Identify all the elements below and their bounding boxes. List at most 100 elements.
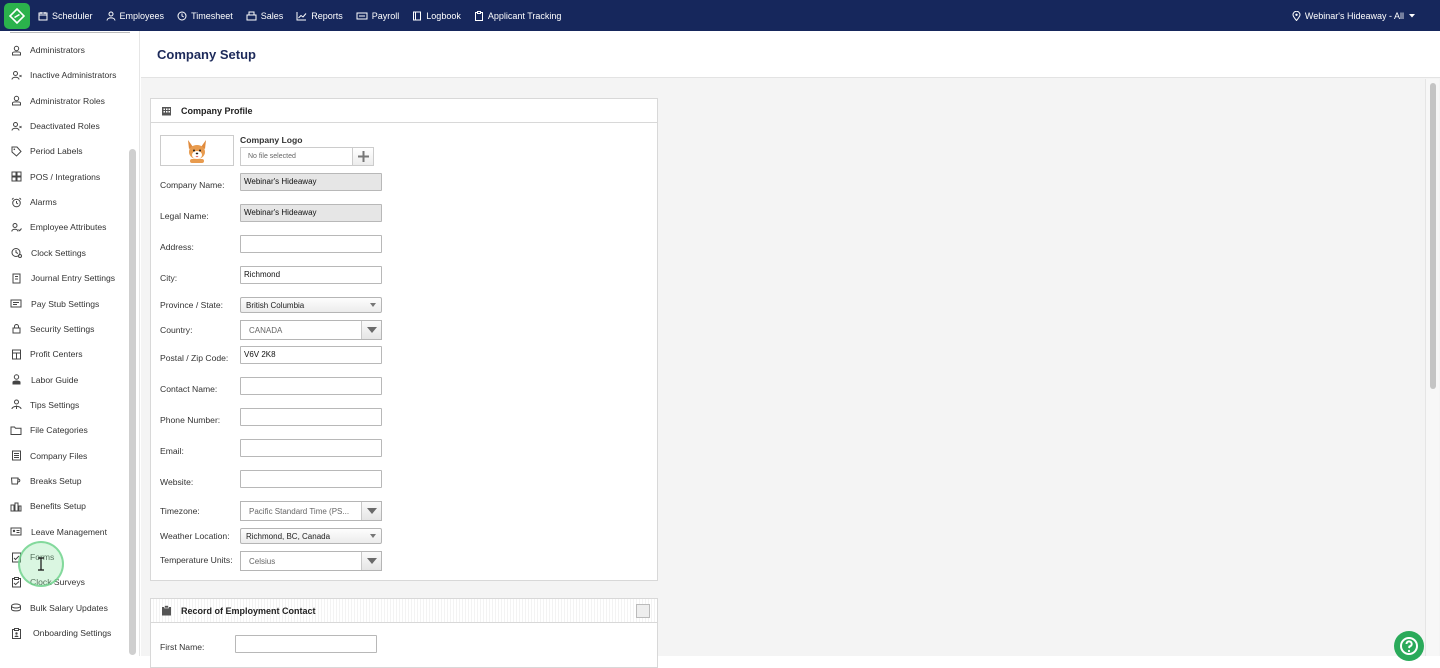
sidebar-item-bulk-salary-updates[interactable]: Bulk Salary Updates xyxy=(10,600,108,616)
company-name-input[interactable]: Webinar's Hideaway xyxy=(240,173,382,191)
app-logo[interactable] xyxy=(4,2,30,29)
weather-location-value: Richmond, BC, Canada xyxy=(246,532,331,541)
sidebar-item-employee-attributes[interactable]: Employee Attributes xyxy=(10,219,106,235)
sidebar-item-pos-integrations[interactable]: POS / Integrations xyxy=(10,169,100,185)
coins-icon xyxy=(10,602,22,614)
sidebar-item-labor-guide[interactable]: Labor Guide xyxy=(10,372,78,388)
sidebar-item-label: Company Files xyxy=(30,450,88,461)
nav-applicant-tracking[interactable]: Applicant Tracking xyxy=(474,0,562,31)
temperature-units-combobox[interactable]: Celsius xyxy=(240,551,382,571)
nav-label: Applicant Tracking xyxy=(487,10,562,21)
first-name-input[interactable] xyxy=(235,635,377,653)
nav-scheduler[interactable]: Scheduler xyxy=(38,0,93,31)
country-value: CANADA xyxy=(249,326,283,335)
building-icon xyxy=(162,107,171,116)
timezone-combobox[interactable]: Pacific Standard Time (PS... xyxy=(240,501,382,521)
weather-location-select[interactable]: Richmond, BC, Canada xyxy=(240,528,382,544)
caret-down-icon xyxy=(370,303,376,307)
admin-remove-icon xyxy=(10,120,22,132)
sidebar-item-pay-stub-settings[interactable]: Pay Stub Settings xyxy=(10,296,99,312)
sidebar-item-profit-centers[interactable]: Profit Centers xyxy=(10,346,83,362)
sidebar-item-tips-settings[interactable]: Tips Settings xyxy=(10,397,79,413)
sidebar-item-alarms[interactable]: Alarms xyxy=(10,194,57,210)
triangle-down-icon xyxy=(366,327,377,333)
sidebar-item-label: Pay Stub Settings xyxy=(31,298,100,309)
onboarding-icon xyxy=(10,627,22,639)
country-dropdown-button[interactable] xyxy=(361,321,381,339)
nav-reports[interactable]: Reports xyxy=(296,0,343,31)
nav-employees[interactable]: Employees xyxy=(106,0,165,31)
sidebar-item-label: Bulk Salary Updates xyxy=(30,602,108,613)
sidebar-item-inactive-administrators[interactable]: Inactive Administrators xyxy=(10,67,116,83)
calendar-icon xyxy=(38,11,48,20)
nav-logbook[interactable]: Logbook xyxy=(412,0,461,31)
nav-sales[interactable]: Sales xyxy=(246,0,283,31)
leave-icon xyxy=(10,526,22,538)
location-selector[interactable]: Webinar's Hideaway - All xyxy=(1288,0,1420,31)
company-name-label: Company Name: xyxy=(160,180,225,190)
sidebar-item-label: Administrator Roles xyxy=(30,95,105,106)
website-input[interactable] xyxy=(240,470,382,488)
coffee-icon xyxy=(10,475,22,487)
sidebar-item-benefits-setup[interactable]: Benefits Setup xyxy=(10,498,86,514)
help-button[interactable] xyxy=(1394,631,1424,661)
chart-icon xyxy=(296,11,307,20)
sidebar-item-label: Onboarding Settings xyxy=(33,628,112,639)
province-select[interactable]: British Columbia xyxy=(240,297,382,313)
main-scrollbar[interactable] xyxy=(1425,79,1439,656)
address-input[interactable] xyxy=(240,235,382,253)
sidebar-item-deactivated-roles[interactable]: Deactivated Roles xyxy=(10,118,100,134)
sidebar-item-administrator-roles[interactable]: Administrator Roles xyxy=(10,93,105,109)
panel-header: Record of Employment Contact xyxy=(151,599,657,623)
nav-label: Employees xyxy=(119,10,165,21)
legal-name-label: Legal Name: xyxy=(160,211,209,221)
pay-stub-icon xyxy=(10,298,22,310)
contact-name-input[interactable] xyxy=(240,377,382,395)
logo-file-field[interactable]: No file selected xyxy=(240,147,353,166)
sidebar-item-administrators[interactable]: Administrators xyxy=(10,42,85,58)
country-label: Country: xyxy=(160,325,193,335)
timezone-value: Pacific Standard Time (PS... xyxy=(249,507,350,516)
email-input[interactable] xyxy=(240,439,382,457)
folder-icon xyxy=(10,424,22,436)
sidebar-item-label: Tips Settings xyxy=(30,399,80,410)
website-label: Website: xyxy=(160,477,194,487)
timezone-dropdown-button[interactable] xyxy=(361,502,381,520)
sidebar-item-leave-management[interactable]: Leave Management xyxy=(10,524,107,540)
clock-icon xyxy=(10,247,22,259)
nav-timesheet[interactable]: Timesheet xyxy=(177,0,233,31)
nav-payroll[interactable]: Payroll xyxy=(356,0,399,31)
sidebar-item-breaks-setup[interactable]: Breaks Setup xyxy=(10,473,82,489)
sidebar-item-security-settings[interactable]: Security Settings xyxy=(10,321,94,337)
triangle-down-icon xyxy=(366,508,377,514)
tips-icon xyxy=(10,399,22,411)
sidebar-item-period-labels[interactable]: Period Labels xyxy=(10,143,83,159)
postal-code-input[interactable]: V6V 2K8 xyxy=(240,346,382,364)
temperature-dropdown-button[interactable] xyxy=(361,552,381,570)
panel-collapse-checkbox[interactable] xyxy=(636,604,650,618)
location-pin-icon xyxy=(1292,10,1301,21)
panel-title: Record of Employment Contact xyxy=(181,605,316,616)
sidebar-item-company-files[interactable]: Company Files xyxy=(10,448,87,464)
sidebar-clipped-item xyxy=(10,31,130,33)
country-combobox[interactable]: CANADA xyxy=(240,320,382,340)
sidebar-scrollbar[interactable] xyxy=(129,149,136,655)
phone-number-label: Phone Number: xyxy=(160,415,221,425)
sidebar-item-label: Employee Attributes xyxy=(30,222,107,233)
phone-number-input[interactable] xyxy=(240,408,382,426)
city-input[interactable]: Richmond xyxy=(240,266,382,284)
admin-remove-icon xyxy=(10,69,22,81)
nav-label: Logbook xyxy=(426,10,461,21)
person-icon xyxy=(106,11,116,21)
sidebar-item-onboarding-settings[interactable]: Onboarding Settings xyxy=(10,625,111,641)
main-scrollbar-thumb[interactable] xyxy=(1430,83,1436,389)
sidebar-item-file-categories[interactable]: File Categories xyxy=(10,422,88,438)
sidebar-item-label: Journal Entry Settings xyxy=(31,273,116,284)
sidebar-item-clock-settings[interactable]: Clock Settings xyxy=(10,245,86,261)
sidebar-item-journal-entry-settings[interactable]: Journal Entry Settings xyxy=(10,270,115,286)
add-logo-button[interactable] xyxy=(352,147,374,166)
person-icon xyxy=(10,374,22,386)
payroll-icon xyxy=(356,12,368,19)
triangle-down-icon xyxy=(366,558,377,564)
legal-name-input[interactable]: Webinar's Hideaway xyxy=(240,204,382,222)
